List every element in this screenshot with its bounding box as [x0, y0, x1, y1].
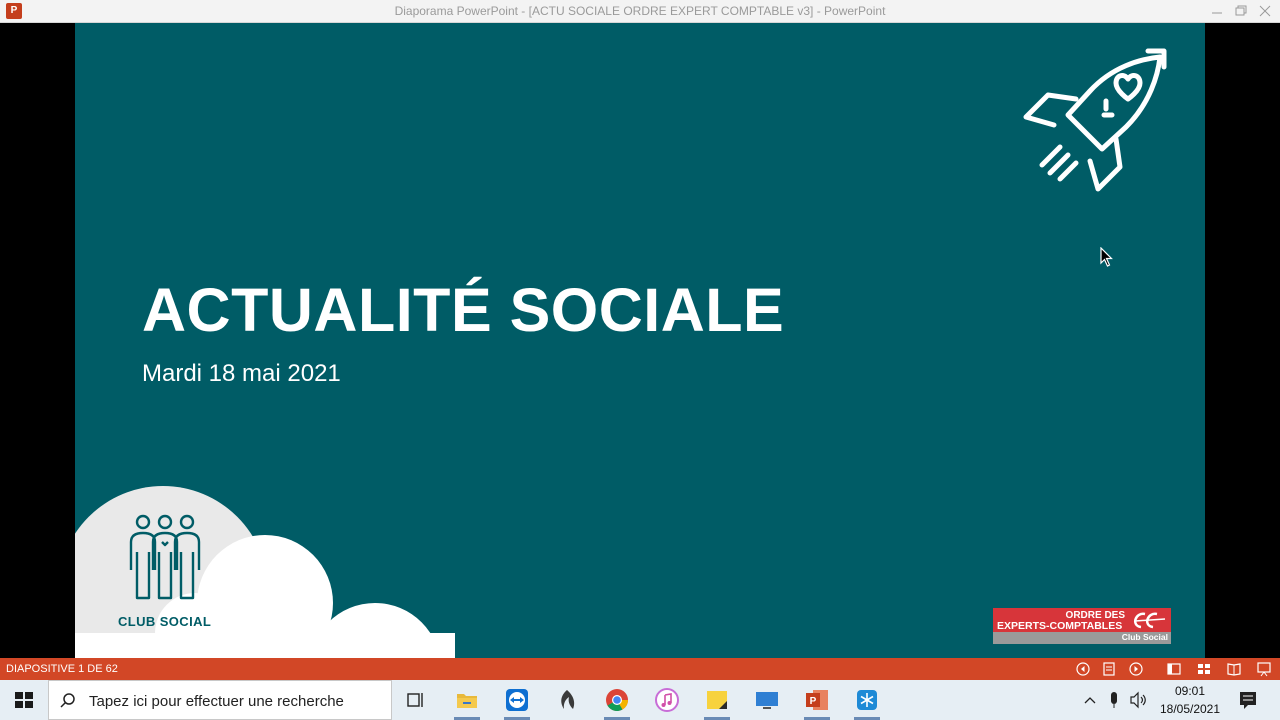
svg-text:P: P	[810, 696, 817, 707]
previous-icon[interactable]	[1075, 661, 1091, 677]
task-view-icon[interactable]	[403, 687, 429, 713]
logo-club-social-label: Club Social	[1121, 632, 1168, 642]
itunes-icon[interactable]	[654, 687, 680, 713]
chrome-icon[interactable]	[604, 687, 630, 713]
powerpoint-icon[interactable]: P	[804, 687, 830, 713]
search-icon	[60, 693, 75, 708]
windows-start-icon[interactable]	[0, 680, 48, 720]
minimize-icon[interactable]	[1208, 2, 1226, 20]
club-social-people-icon	[129, 514, 201, 600]
rocket-icon	[1023, 48, 1167, 192]
slide-notes-icon[interactable]	[1101, 661, 1117, 677]
notifications-icon[interactable]	[1236, 680, 1260, 720]
logo-line-2: EXPERTS-COMPTABLES	[997, 620, 1123, 632]
ordre-experts-comptables-logo: ORDRE DES EXPERTS-COMPTABLES Club Social	[993, 608, 1171, 644]
clock-date[interactable]: 18/05/2021	[1150, 702, 1230, 716]
slideshow-status-bar: DIAPOSITIVE 1 DE 62	[0, 658, 1280, 680]
show-hidden-icons-icon[interactable]	[1082, 680, 1098, 720]
close-icon[interactable]	[1256, 2, 1274, 20]
mouse-pointer-icon	[1100, 247, 1113, 267]
dragon-icon[interactable]	[554, 687, 580, 713]
clock-time[interactable]: 09:01	[1160, 684, 1220, 698]
search-placeholder: Tapez ici pour effectuer une recherche	[89, 693, 344, 710]
next-icon[interactable]	[1128, 661, 1144, 677]
slide-counter: DIAPOSITIVE 1 DE 62	[6, 663, 118, 675]
slideshow-area: ACTUALITÉ SOCIALE Mardi 18 mai 2021 CLUB…	[0, 23, 1280, 658]
ec-monogram-icon	[1133, 612, 1166, 629]
slide-title: ACTUALITÉ SOCIALE	[142, 276, 785, 344]
reading-view-icon[interactable]	[1226, 661, 1242, 677]
logo-band: Club Social	[993, 632, 1171, 644]
teamviewer-icon[interactable]	[504, 687, 530, 713]
window-title: Diaporama PowerPoint - [ACTU SOCIALE ORD…	[394, 4, 886, 18]
sticky-notes-icon[interactable]	[704, 687, 730, 713]
normal-view-icon[interactable]	[1166, 661, 1182, 677]
slide-subtitle: Mardi 18 mai 2021	[142, 360, 341, 387]
remote-desktop-icon[interactable]	[754, 687, 780, 713]
taskbar-search-box[interactable]: Tapez ici pour effectuer une recherche	[48, 680, 392, 720]
windows-taskbar: Tapez ici pour effectuer une recherche P…	[0, 680, 1280, 720]
slideshow-icon[interactable]	[1256, 661, 1272, 677]
file-explorer-icon[interactable]	[454, 687, 480, 713]
volume-icon[interactable]	[1128, 680, 1148, 720]
window-title-bar: P Diaporama PowerPoint - [ACTU SOCIALE O…	[0, 0, 1280, 23]
snowflake-app-icon[interactable]	[854, 687, 880, 713]
restore-icon[interactable]	[1232, 2, 1250, 20]
club-social-label: CLUB SOCIAL	[118, 614, 212, 629]
microphone-icon[interactable]	[1106, 680, 1122, 720]
slide[interactable]: ACTUALITÉ SOCIALE Mardi 18 mai 2021 CLUB…	[75, 23, 1205, 658]
slide-sorter-icon[interactable]	[1196, 661, 1212, 677]
